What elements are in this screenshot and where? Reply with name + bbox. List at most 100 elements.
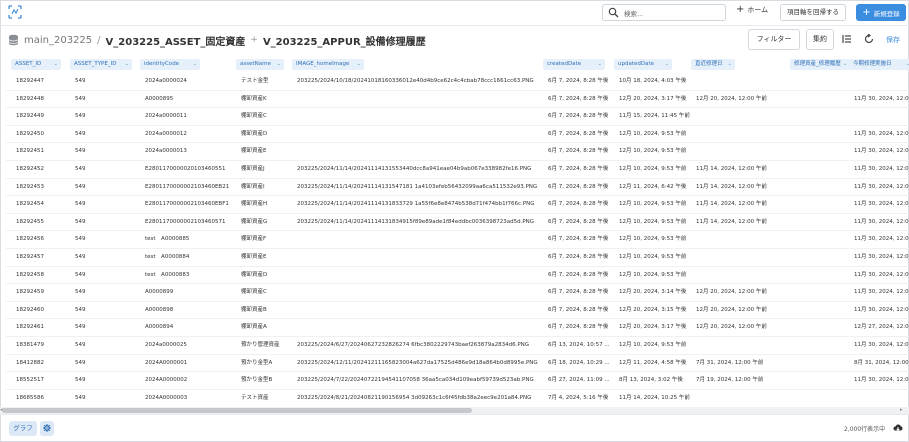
cell-last-repair-date[interactable] xyxy=(696,73,792,90)
cell-asset-type-id[interactable]: 549 xyxy=(75,196,141,213)
cell-asset-id[interactable]: 18292455 xyxy=(16,214,71,231)
cell-identity-code[interactable]: A0000899 xyxy=(145,284,237,301)
cell-repair-history[interactable] xyxy=(795,390,851,404)
cell-asset-id[interactable]: 18292450 xyxy=(16,126,71,143)
cell-repair-history[interactable] xyxy=(795,302,851,319)
cell-asset-name[interactable]: 棚卸資産C xyxy=(241,108,295,125)
cell-image-home-image[interactable] xyxy=(297,284,545,301)
column-header-image-home-image[interactable]: IMAGE_homeImage ⌄ xyxy=(292,59,364,70)
cell-asset-id[interactable]: 18292461 xyxy=(16,319,71,336)
cell-repair-history[interactable] xyxy=(795,284,851,301)
cell-last-repair-date[interactable] xyxy=(696,249,792,266)
cell-asset-id[interactable]: 18292456 xyxy=(16,231,71,248)
cell-created-date[interactable]: 6月 7, 2024, 8:28 午後 xyxy=(548,73,616,90)
column-header-identity-code[interactable]: identityCode ⌄ xyxy=(140,59,200,70)
table-row[interactable]: 18292459 549 A0000899 棚卸資産C 6月 7, 2024, 8:28… xyxy=(6,284,909,302)
cell-image-home-image[interactable]: 203225/2024/11/14/20241114131547181 1a41… xyxy=(297,179,545,196)
table-row[interactable]: 18292456 549 test A0000885 棚卸資産F 6月 7, 2024,… xyxy=(6,231,909,249)
app-logo-icon[interactable] xyxy=(8,5,22,19)
cell-identity-code[interactable]: A0000898 xyxy=(145,302,237,319)
cell-updated-date[interactable]: 12月 10, 2024, 9:53 午前 xyxy=(619,161,693,178)
cell-last-repair-date[interactable]: 7月 19, 2024, 12:00 午前 xyxy=(696,372,792,389)
cell-repair-date-this-term[interactable] xyxy=(854,390,909,404)
column-header-created-date[interactable]: createdDate ⌄ xyxy=(543,59,605,70)
cell-updated-date[interactable]: 12月 10, 2024, 9:53 午前 xyxy=(619,231,693,248)
cell-asset-id[interactable]: 18552517 xyxy=(16,372,71,389)
table-row[interactable]: 18685586 549 2024A0000003 テスト資産 203225/2024/… xyxy=(6,390,909,404)
cell-repair-date-this-term[interactable]: 11月 30, 2024, 12:00 午 xyxy=(854,337,909,354)
cell-image-home-image[interactable] xyxy=(297,143,545,160)
cell-asset-name[interactable]: 棚卸資産E xyxy=(241,143,295,160)
cell-repair-date-this-term[interactable]: 12月 27, 2024, 12:00 午 xyxy=(854,319,909,336)
cell-last-repair-date[interactable] xyxy=(696,337,792,354)
cell-identity-code[interactable]: test A0000884 xyxy=(145,249,237,266)
cell-asset-id[interactable]: 18292452 xyxy=(16,161,71,178)
cell-updated-date[interactable]: 12月 10, 2024, 9:53 午前 xyxy=(619,143,693,160)
cell-identity-code[interactable]: 2024A0000003 xyxy=(145,390,237,404)
cell-image-home-image[interactable] xyxy=(297,302,545,319)
table-row[interactable]: 18292455 549 E2801170000002103460571 棚卸資産G 2… xyxy=(6,214,909,232)
cell-asset-type-id[interactable]: 549 xyxy=(75,355,141,372)
cell-asset-id[interactable]: 18292447 xyxy=(16,73,71,90)
cell-repair-date-this-term[interactable]: 11月 30, 2024, 12:00 午 xyxy=(854,267,909,284)
cell-asset-type-id[interactable]: 549 xyxy=(75,231,141,248)
cell-asset-name[interactable]: 棚卸資産D xyxy=(241,126,295,143)
cell-created-date[interactable]: 7月 4, 2024, 5:16 午後 xyxy=(548,390,616,404)
cell-identity-code[interactable]: E2801170000002103460EBF1 xyxy=(145,196,237,213)
cell-updated-date[interactable]: 12月 20, 2024, 3:17 午後 xyxy=(619,319,693,336)
cell-asset-type-id[interactable]: 549 xyxy=(75,249,141,266)
cell-asset-name[interactable]: テスト資産 xyxy=(241,390,295,404)
cell-asset-id[interactable]: 18381479 xyxy=(16,337,71,354)
cell-created-date[interactable]: 6月 27, 2024, 11:09 ... xyxy=(548,372,616,389)
refresh-icon[interactable] xyxy=(864,34,874,44)
graph-button[interactable]: グラフ xyxy=(9,421,37,436)
cell-image-home-image[interactable]: 203225/2024/6/27/20240627232826274 6fbc3… xyxy=(297,337,545,354)
cell-image-home-image[interactable] xyxy=(297,319,545,336)
cell-last-repair-date[interactable] xyxy=(696,126,792,143)
cell-asset-id[interactable]: 18292457 xyxy=(16,249,71,266)
cell-last-repair-date[interactable]: 12月 20, 2024, 12:00 午前 xyxy=(696,91,792,108)
column-header-repair-history[interactable]: 修理資産_修理履歴 ⌄ xyxy=(790,59,850,70)
cell-last-repair-date[interactable]: 11月 14, 2024, 12:00 午前 xyxy=(696,179,792,196)
cell-asset-id[interactable]: 18292459 xyxy=(16,284,71,301)
cell-asset-type-id[interactable]: 549 xyxy=(75,143,141,160)
table-row[interactable]: 18292457 549 test A0000884 棚卸資産E 6月 7, 2024,… xyxy=(6,249,909,267)
cell-last-repair-date[interactable]: 12月 20, 2024, 12:00 午前 xyxy=(696,284,792,301)
settings-button[interactable] xyxy=(40,421,54,436)
table-row[interactable]: 18292447 549 2024a0000024 テスト金型 203225/2024/… xyxy=(6,73,909,91)
cell-asset-name[interactable]: 棚卸資産D xyxy=(241,267,295,284)
cell-repair-history[interactable] xyxy=(795,126,851,143)
cell-asset-name[interactable]: 棚卸資産C xyxy=(241,284,295,301)
cell-asset-id[interactable]: 18292449 xyxy=(16,108,71,125)
breadcrumb-database[interactable]: main_203225 xyxy=(24,35,92,46)
table-row[interactable]: 18292452 549 E2801170000020103460551 棚卸資産J 2… xyxy=(6,161,909,179)
cell-asset-type-id[interactable]: 549 xyxy=(75,91,141,108)
cell-created-date[interactable]: 6月 7, 2024, 8:28 午後 xyxy=(548,302,616,319)
table-row[interactable]: 18552517 549 2024A0000002 預かり金型B 203225/2024… xyxy=(6,372,909,390)
cell-identity-code[interactable]: 2024a0000025 xyxy=(145,337,237,354)
cell-asset-type-id[interactable]: 549 xyxy=(75,179,141,196)
joined-table-title[interactable]: V_203225_APPUR_設備修理履歴 xyxy=(263,33,426,48)
cell-asset-type-id[interactable]: 549 xyxy=(75,390,141,404)
cell-asset-id[interactable]: 18292460 xyxy=(16,302,71,319)
return-axis-button[interactable]: 項目軸を回帰する xyxy=(780,4,846,21)
cell-repair-history[interactable] xyxy=(795,267,851,284)
cell-repair-history[interactable] xyxy=(795,143,851,160)
cell-repair-history[interactable] xyxy=(795,355,851,372)
cell-updated-date[interactable]: 12月 20, 2024, 3:15 午後 xyxy=(619,302,693,319)
cell-created-date[interactable]: 6月 7, 2024, 8:28 午後 xyxy=(548,231,616,248)
cell-image-home-image[interactable] xyxy=(297,249,545,266)
cell-image-home-image[interactable]: 203225/2024/8/21/20240821190156954 3d092… xyxy=(297,390,545,404)
cell-identity-code[interactable]: E2801170000002103460571 xyxy=(145,214,237,231)
cell-asset-type-id[interactable]: 549 xyxy=(75,108,141,125)
search-input[interactable]: 検索... xyxy=(602,4,726,21)
cell-last-repair-date[interactable] xyxy=(696,108,792,125)
cell-last-repair-date[interactable]: 12月 20, 2024, 12:00 午前 xyxy=(696,302,792,319)
cell-updated-date[interactable]: 8月 13, 2024, 3:02 午後 xyxy=(619,372,693,389)
scrollbar-thumb[interactable] xyxy=(2,408,472,413)
cell-repair-history[interactable] xyxy=(795,196,851,213)
page-title[interactable]: V_203225_ASSET_固定資産 xyxy=(106,33,246,48)
cell-asset-type-id[interactable]: 549 xyxy=(75,337,141,354)
home-button[interactable]: + ホーム xyxy=(736,5,768,15)
cell-updated-date[interactable]: 12月 20, 2024, 3:17 午後 xyxy=(619,91,693,108)
